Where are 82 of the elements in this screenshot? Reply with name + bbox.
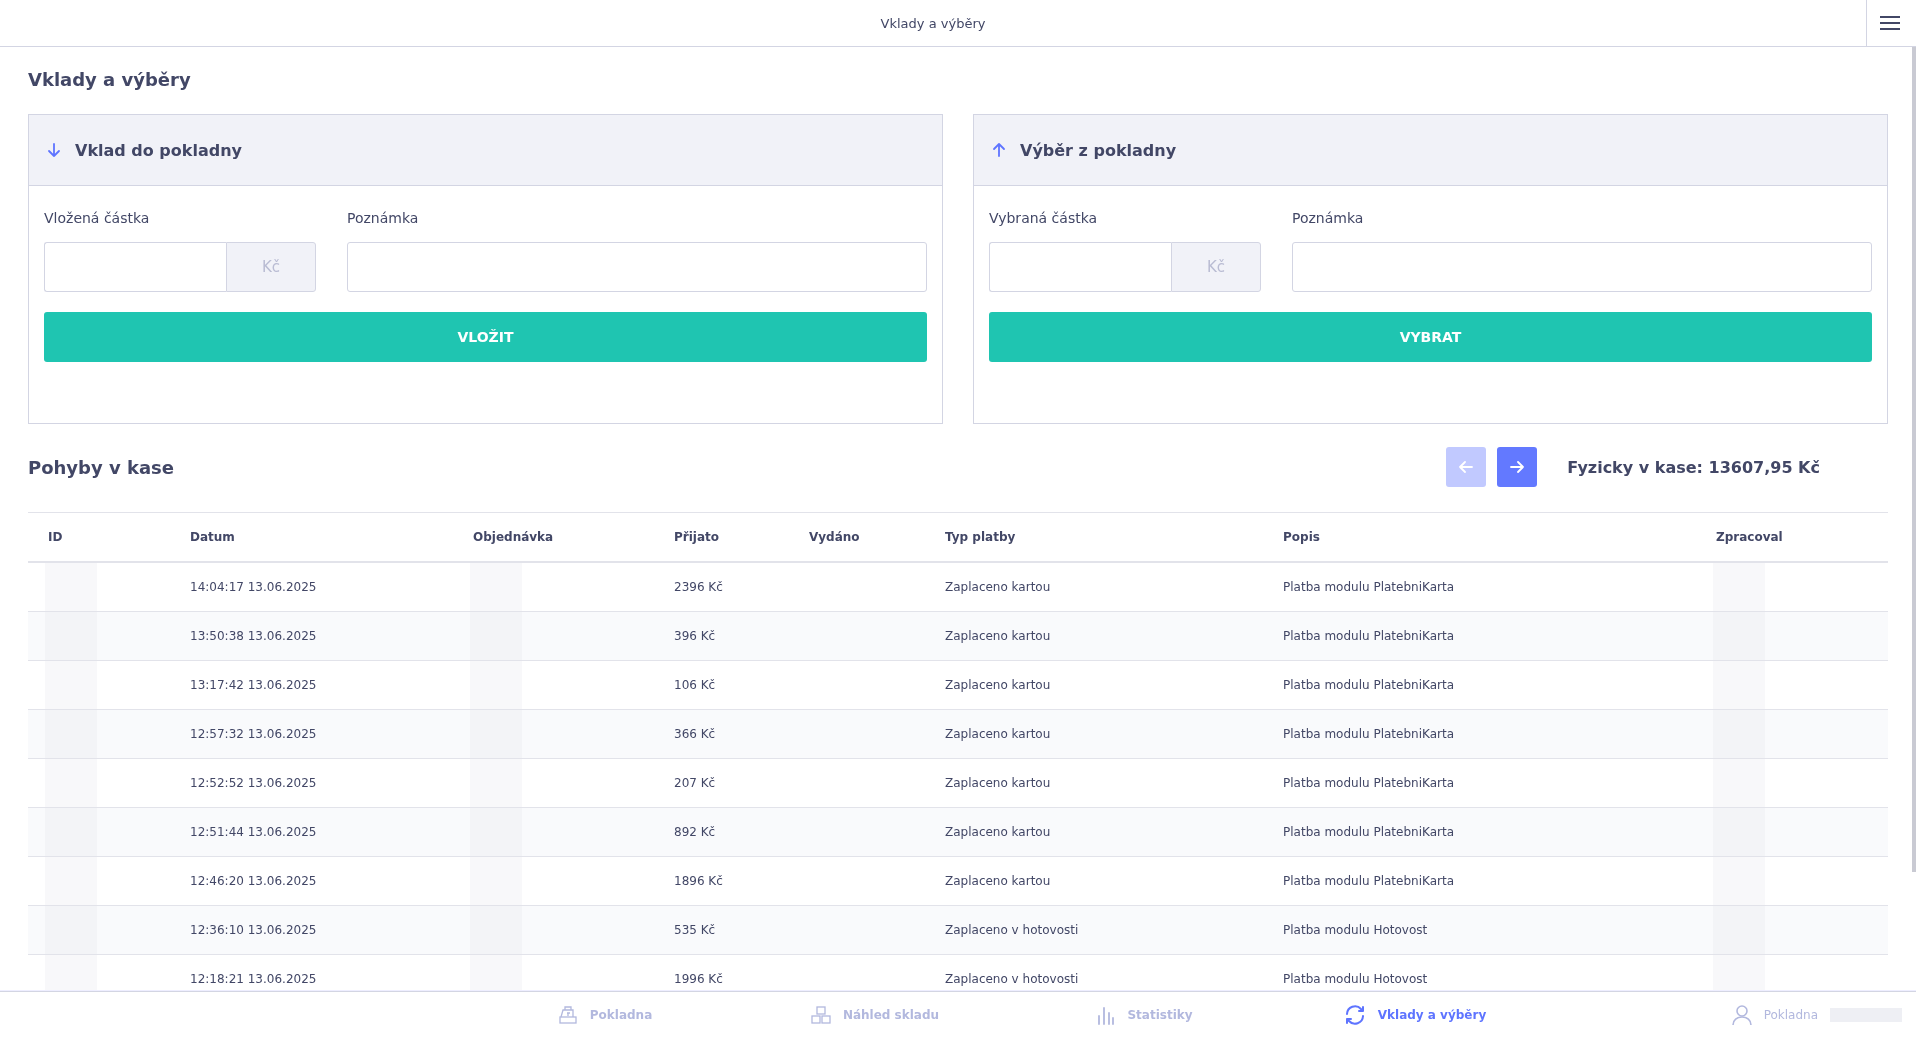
table-cell-text: Platba modulu PlatebniKarta (1282, 580, 1455, 594)
table-cell-text: Zaplaceno kartou (944, 874, 1052, 888)
table-cell-text: 12:46:20 13.06.2025 (189, 874, 318, 888)
field-label: Vybraná částka (989, 210, 1099, 226)
table-cell-text: Platba modulu PlatebniKarta (1282, 825, 1455, 839)
submit-button[interactable]: VLOŽIT (44, 312, 927, 362)
column-header: Typ platby (944, 530, 1017, 544)
table-cell-text: Zaplaceno v hotovosti (944, 923, 1080, 937)
table-cell-text: 12:18:21 13.06.2025 (189, 972, 318, 986)
table-cell-text: Zaplaceno v hotovosti (944, 972, 1080, 986)
table-cell-text: Zaplaceno kartou (944, 629, 1052, 643)
table-cell-text: 13:17:42 13.06.2025 (189, 678, 318, 692)
table-cell-text: 207 Kč (673, 776, 717, 790)
table-cell-text: Zaplaceno kartou (944, 825, 1052, 839)
page-title: Vklady a výběry (28, 69, 191, 90)
table-cell-text: 12:36:10 13.06.2025 (189, 923, 318, 937)
table-cell-text: Platba modulu PlatebniKarta (1282, 776, 1455, 790)
note-field[interactable] (347, 242, 927, 292)
column-header: Zpracoval (1715, 530, 1784, 544)
table-cell-text: Zaplaceno kartou (944, 678, 1052, 692)
table-cell-text: 366 Kč (673, 727, 717, 741)
column-header: Vydáno (808, 530, 861, 544)
arrow-up-icon (992, 142, 1006, 158)
table-cell-text: Zaplaceno kartou (944, 727, 1052, 741)
boxes-icon (810, 1004, 831, 1025)
table-cell-text: 1996 Kč (673, 972, 724, 986)
table-cell-text: 106 Kč (673, 678, 717, 692)
table-cell-text: Platba modulu Hotovost (1282, 923, 1429, 937)
card-title: Výběr z pokladny (1020, 140, 1177, 160)
column-header: Datum (189, 530, 236, 544)
note-field[interactable] (1292, 242, 1872, 292)
table-cell-text: Platba modulu PlatebniKarta (1282, 874, 1455, 888)
table-cell-text: Platba modulu PlatebniKarta (1282, 727, 1455, 741)
arrow-left-icon (1459, 461, 1474, 473)
table-cell-text: Platba modulu PlatebniKarta (1282, 678, 1455, 692)
table-cell-text: 892 Kč (673, 825, 717, 839)
table-cell-text: Platba modulu PlatebniKarta (1282, 629, 1455, 643)
field-label: Poznámka (347, 210, 420, 226)
arrow-down-icon (47, 142, 61, 158)
menu-icon (1879, 16, 1900, 30)
arrow-right-icon (1510, 461, 1525, 473)
table-cell-text: 535 Kč (673, 923, 717, 937)
header-title: Vklady a výběry (879, 15, 987, 31)
column-header: ID (47, 530, 64, 544)
nav-tab[interactable]: Statistiky (1010, 1002, 1280, 1027)
next-page-button[interactable] (1497, 447, 1538, 487)
nav-tab[interactable]: Náhled skladu (740, 1002, 1010, 1027)
amount-field[interactable] (44, 242, 226, 292)
column-header: Objednávka (472, 530, 555, 544)
card-title: Vklad do pokladny (75, 140, 242, 160)
redacted-block (470, 563, 522, 611)
redacted-block (1713, 563, 1765, 611)
currency-addon: Kč (1171, 242, 1261, 292)
table-cell-text: Zaplaceno kartou (944, 580, 1052, 594)
refresh-icon (1343, 1003, 1366, 1026)
amount-field[interactable] (989, 242, 1171, 292)
field-label: Poznámka (1292, 210, 1365, 226)
table-cell-text: Zaplaceno kartou (944, 776, 1052, 790)
table-cell-text: 1896 Kč (673, 874, 724, 888)
table-cell-text: 14:04:17 13.06.2025 (189, 580, 318, 594)
cash-total: Fyzicky v kase: 13607,95 Kč (1567, 457, 1820, 477)
column-header: Přijato (673, 530, 721, 544)
table-cell-text: 12:52:52 13.06.2025 (189, 776, 318, 790)
nav-tab[interactable]: Vklady a výběry (1280, 1002, 1550, 1027)
scrollbar[interactable] (1912, 47, 1916, 872)
user-icon (1731, 1003, 1752, 1026)
section-title: Pohyby v kase (28, 456, 176, 478)
table-cell-text: 13:50:38 13.06.2025 (189, 629, 318, 643)
table-cell-text: Platba modulu Hotovost (1282, 972, 1429, 986)
currency-addon: Kč (226, 242, 316, 292)
column-header: Popis (1282, 530, 1321, 544)
table-cell-text: 2396 Kč (673, 580, 724, 594)
submit-button[interactable]: VYBRAT (989, 312, 1872, 362)
table-cell-text: 396 Kč (673, 629, 717, 643)
field-label: Vložená částka (44, 210, 151, 226)
bar-chart-icon (1097, 1004, 1116, 1025)
table-cell-text: 12:57:32 13.06.2025 (189, 727, 318, 741)
nav-tab[interactable]: Pokladna (470, 1002, 740, 1027)
cash-register-icon (557, 1004, 578, 1025)
table-cell-text: 12:51:44 13.06.2025 (189, 825, 318, 839)
user-label: Pokladna (1763, 1007, 1818, 1022)
redacted-block (45, 563, 97, 611)
